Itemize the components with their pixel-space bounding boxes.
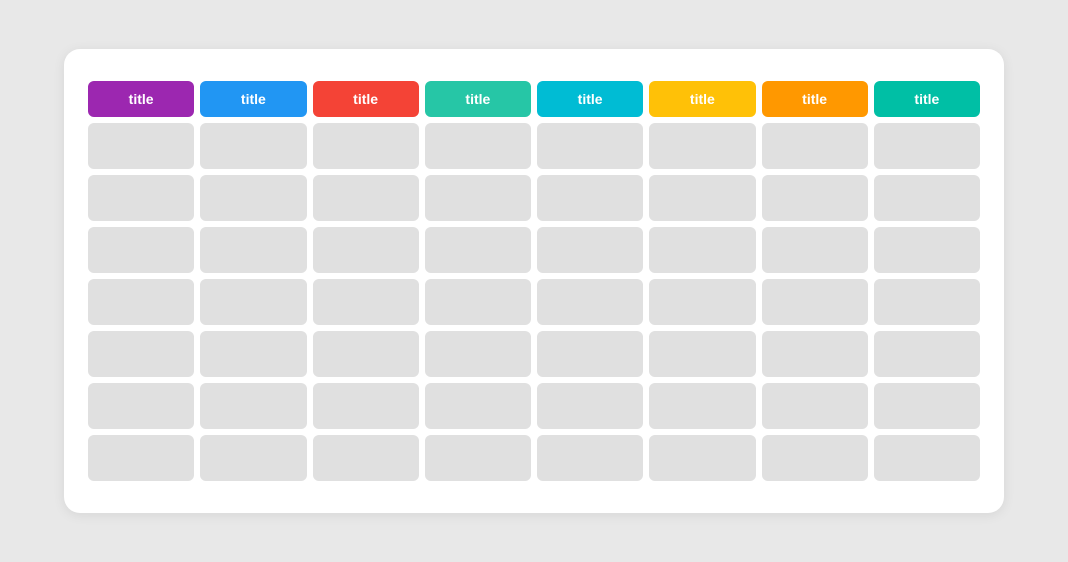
- table-header: titletitletitletitletitletitletitletitle: [88, 81, 980, 117]
- body-cell-1-5: [649, 175, 755, 221]
- body-cell-4-1: [200, 331, 306, 377]
- body-cell-1-3: [425, 175, 531, 221]
- body-cell-4-2: [313, 331, 419, 377]
- body-cell-2-1: [200, 227, 306, 273]
- body-cell-6-6: [762, 435, 868, 481]
- body-cell-6-5: [649, 435, 755, 481]
- header-cell-4: title: [537, 81, 643, 117]
- table-row: [88, 227, 980, 273]
- header-cell-2: title: [313, 81, 419, 117]
- body-cell-1-4: [537, 175, 643, 221]
- body-cell-0-2: [313, 123, 419, 169]
- body-cell-3-1: [200, 279, 306, 325]
- body-cell-3-4: [537, 279, 643, 325]
- body-cell-5-4: [537, 383, 643, 429]
- body-cell-1-6: [762, 175, 868, 221]
- body-cell-2-2: [313, 227, 419, 273]
- body-cell-5-1: [200, 383, 306, 429]
- body-cell-0-1: [200, 123, 306, 169]
- body-cell-4-7: [874, 331, 980, 377]
- body-cell-1-1: [200, 175, 306, 221]
- body-cell-6-1: [200, 435, 306, 481]
- body-cell-0-7: [874, 123, 980, 169]
- body-cell-0-6: [762, 123, 868, 169]
- body-cell-6-4: [537, 435, 643, 481]
- body-cell-3-3: [425, 279, 531, 325]
- body-cell-3-5: [649, 279, 755, 325]
- header-cell-0: title: [88, 81, 194, 117]
- body-cell-4-0: [88, 331, 194, 377]
- body-cell-2-6: [762, 227, 868, 273]
- body-cell-2-0: [88, 227, 194, 273]
- main-card: titletitletitletitletitletitletitletitle: [64, 49, 1004, 513]
- body-cell-4-5: [649, 331, 755, 377]
- header-cell-5: title: [649, 81, 755, 117]
- body-cell-5-2: [313, 383, 419, 429]
- body-cell-3-2: [313, 279, 419, 325]
- body-cell-1-7: [874, 175, 980, 221]
- body-cell-2-5: [649, 227, 755, 273]
- body-cell-4-6: [762, 331, 868, 377]
- table-row: [88, 383, 980, 429]
- body-cell-5-3: [425, 383, 531, 429]
- header-cell-1: title: [200, 81, 306, 117]
- table-row: [88, 279, 980, 325]
- body-cell-0-5: [649, 123, 755, 169]
- body-cell-2-3: [425, 227, 531, 273]
- body-cell-6-7: [874, 435, 980, 481]
- header-cell-7: title: [874, 81, 980, 117]
- body-cell-3-6: [762, 279, 868, 325]
- body-cell-5-7: [874, 383, 980, 429]
- table-row: [88, 175, 980, 221]
- body-cell-6-2: [313, 435, 419, 481]
- body-cell-4-4: [537, 331, 643, 377]
- body-cell-5-5: [649, 383, 755, 429]
- body-cell-2-4: [537, 227, 643, 273]
- body-cell-4-3: [425, 331, 531, 377]
- body-cell-5-6: [762, 383, 868, 429]
- body-cell-6-0: [88, 435, 194, 481]
- body-cell-1-2: [313, 175, 419, 221]
- table-row: [88, 435, 980, 481]
- body-cell-0-4: [537, 123, 643, 169]
- body-cell-3-7: [874, 279, 980, 325]
- table-row: [88, 331, 980, 377]
- body-cell-1-0: [88, 175, 194, 221]
- body-cell-0-3: [425, 123, 531, 169]
- body-cell-0-0: [88, 123, 194, 169]
- body-cell-5-0: [88, 383, 194, 429]
- table-row: [88, 123, 980, 169]
- header-cell-3: title: [425, 81, 531, 117]
- body-cell-6-3: [425, 435, 531, 481]
- body-cell-3-0: [88, 279, 194, 325]
- header-cell-6: title: [762, 81, 868, 117]
- table-body: [88, 123, 980, 481]
- table-container: titletitletitletitletitletitletitletitle: [88, 81, 980, 481]
- body-cell-2-7: [874, 227, 980, 273]
